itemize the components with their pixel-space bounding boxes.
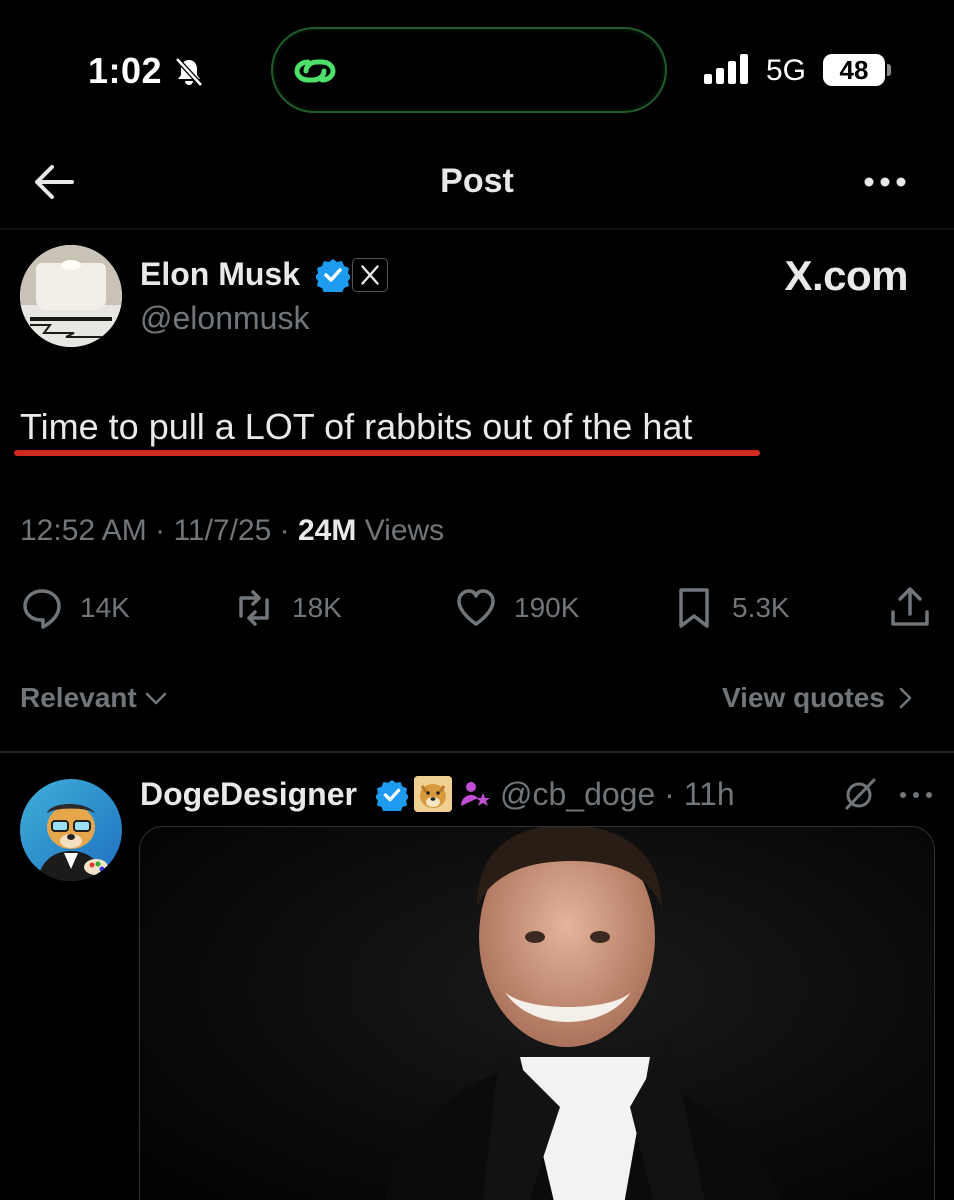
section-divider — [0, 751, 954, 753]
share-icon — [891, 587, 929, 626]
signal-icon — [704, 54, 748, 84]
grok-icon[interactable] — [842, 776, 878, 812]
bell-slash-icon — [175, 57, 203, 87]
post-date: 11/7/25 — [173, 514, 272, 547]
more-icon[interactable] — [862, 172, 908, 192]
repost-action[interactable]: 18K — [232, 586, 342, 630]
page-title: Post — [440, 162, 514, 200]
post-meta: 12:52 AM · 11/7/25 · 24M Views — [20, 514, 444, 548]
reply-handle-time: @cb_doge · 11h — [500, 776, 735, 812]
share-action[interactable] — [888, 586, 932, 630]
meta-separator: · — [146, 514, 174, 547]
bookmark-icon — [679, 588, 709, 628]
reply-media-photo[interactable] — [139, 826, 935, 1200]
author-avatar[interactable] — [20, 245, 122, 347]
highlight-underline — [14, 450, 760, 456]
author-name[interactable]: Elon Musk — [140, 256, 300, 293]
sort-label: Relevant — [20, 682, 137, 713]
author-handle[interactable]: @elonmusk — [140, 300, 309, 337]
sort-dropdown[interactable]: Relevant — [20, 682, 169, 714]
reply-action[interactable]: 14K — [20, 586, 130, 630]
views-count[interactable]: 24M — [298, 514, 356, 547]
like-count: 190K — [514, 592, 580, 623]
doge-affiliate-badge-icon — [414, 776, 452, 812]
view-quotes-label: View quotes — [722, 682, 885, 713]
portrait-photo — [140, 827, 934, 1200]
view-quotes-link[interactable]: View quotes — [722, 682, 917, 714]
reply-icon — [23, 589, 61, 629]
meta-separator: · — [271, 514, 298, 547]
chevron-right-icon — [899, 687, 912, 709]
bookmark-count: 5.3K — [732, 592, 790, 623]
reply-author-name[interactable]: DogeDesigner — [140, 776, 357, 813]
post-time: 12:52 AM — [20, 514, 147, 547]
heart-icon — [457, 589, 495, 626]
x-affiliate-badge-icon — [352, 258, 388, 292]
creator-badge-icon — [461, 782, 490, 806]
verified-badge-icon — [376, 779, 408, 811]
status-time: 1:02 — [88, 50, 163, 91]
post-text: Time to pull a LOT of rabbits out of the… — [20, 406, 693, 447]
views-label: Views — [364, 514, 445, 547]
like-action[interactable]: 190K — [454, 586, 579, 630]
link-icon — [294, 59, 336, 83]
bookmark-action[interactable]: 5.3K — [672, 586, 790, 630]
network-label: 5G — [766, 54, 807, 87]
battery-indicator: 48 — [823, 54, 885, 86]
header-divider — [0, 228, 954, 230]
battery-cap — [887, 64, 891, 76]
reply-more-icon[interactable] — [898, 788, 934, 802]
reply-count: 14K — [80, 592, 130, 623]
reply-author-avatar[interactable] — [20, 779, 122, 881]
repost-count: 18K — [292, 592, 342, 623]
repost-icon — [239, 590, 269, 626]
chevron-down-icon — [145, 692, 166, 705]
affiliation-label[interactable]: X.com — [680, 252, 908, 300]
verified-badge-icon — [316, 259, 350, 292]
